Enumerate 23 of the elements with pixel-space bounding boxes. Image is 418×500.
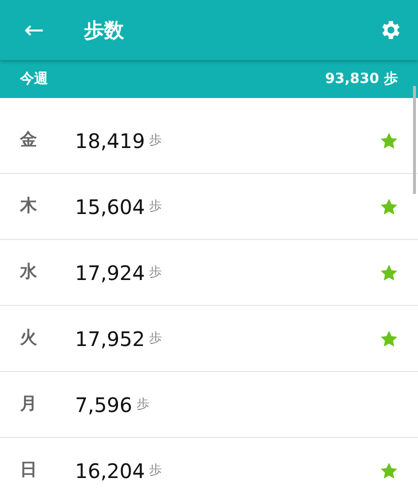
step-unit: 歩	[148, 330, 162, 348]
scrollbar[interactable]	[413, 86, 416, 194]
page-title: 歩数	[84, 17, 124, 44]
day-label: 月	[20, 392, 38, 416]
back-button[interactable]: ←	[20, 18, 48, 42]
step-unit: 歩	[136, 396, 150, 414]
step-unit: 歩	[148, 198, 162, 216]
day-label: 金	[20, 128, 38, 152]
step-unit: 歩	[148, 132, 162, 150]
step-count: 17,952	[75, 326, 145, 352]
step-count: 16,204	[75, 458, 145, 484]
step-count: 18,419	[75, 128, 145, 154]
step-count: 7,596	[75, 392, 132, 418]
day-label: 木	[20, 194, 38, 218]
day-label: 日	[20, 458, 38, 482]
step-count: 17,924	[75, 260, 145, 286]
week-total: 93,830 歩	[325, 70, 398, 88]
step-unit: 歩	[148, 264, 162, 282]
day-label: 火	[20, 326, 38, 350]
step-unit: 歩	[148, 462, 162, 480]
day-label: 水	[20, 260, 38, 284]
week-label: 今週	[20, 70, 48, 88]
step-count: 15,604	[75, 194, 145, 220]
